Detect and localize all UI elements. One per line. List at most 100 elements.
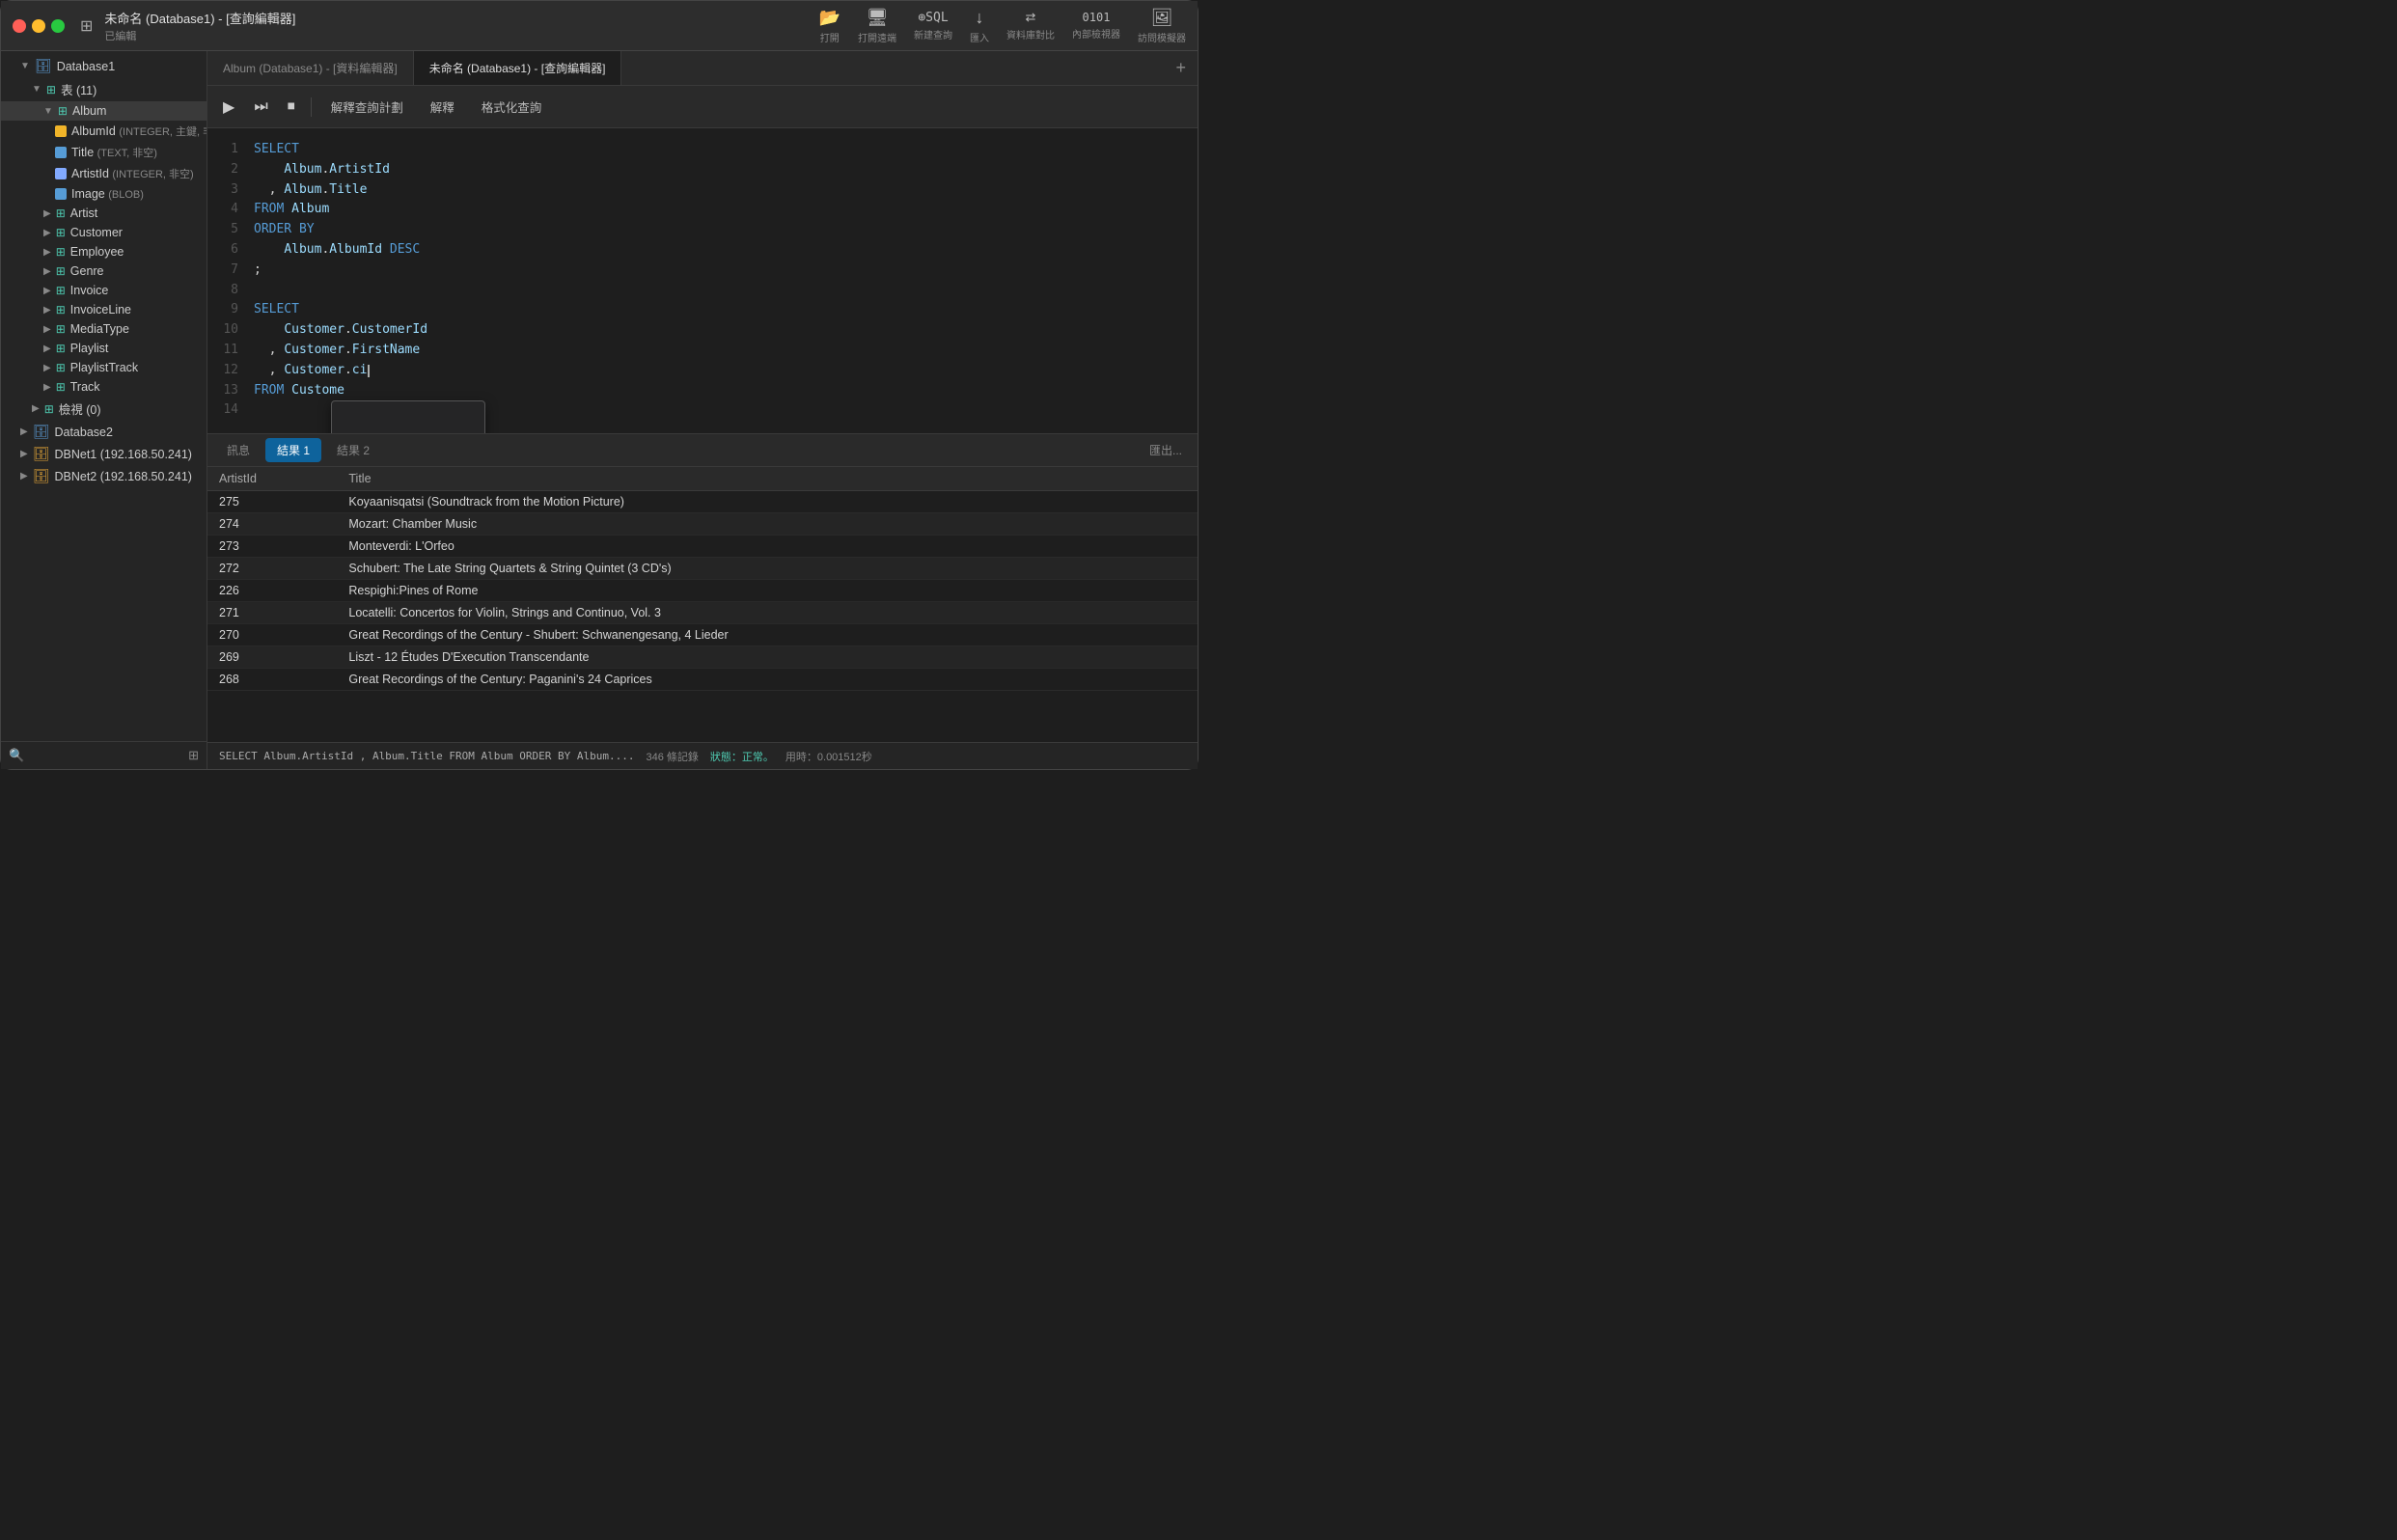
sidebar-bottom: 🔍 ⊞: [1, 741, 207, 769]
result-tab-1[interactable]: 結果 1: [265, 438, 321, 462]
access-simulator-icon: 🖼: [1151, 8, 1173, 28]
image-label: Image (BLOB): [71, 187, 144, 201]
sidebar-toggle-icon[interactable]: ⊞: [80, 16, 93, 36]
stop-button[interactable]: ⏹: [284, 95, 299, 120]
search-icon: 🔍: [9, 748, 24, 763]
dbnet2-icon: 🗄: [33, 468, 50, 484]
sidebar-item-playlist[interactable]: ▶ ⊞ Playlist: [1, 339, 207, 358]
playlisttrack-icon: ⊞: [56, 361, 66, 374]
line-numbers: 12345 678910 11121314: [207, 128, 246, 433]
sidebar-item-employee[interactable]: ▶ ⊞ Employee: [1, 242, 207, 261]
genre-label: Genre: [70, 264, 104, 278]
import-button[interactable]: ↓ 匯入: [970, 8, 989, 44]
result-tab-2[interactable]: 結果 2: [325, 438, 381, 462]
dbnet2-label: DBNet2 (192.168.50.241): [54, 470, 191, 483]
table-row: 271Locatelli: Concertos for Violin, Stri…: [207, 602, 1198, 624]
sidebar-item-dbnet1[interactable]: ▶ 🗄 DBNet1 (192.168.50.241): [1, 443, 207, 465]
export-button[interactable]: 匯出...: [1142, 438, 1190, 462]
employee-icon: ⊞: [56, 245, 66, 259]
main-layout: ▼ 🗄 Database1 ▼ ⊞ 表 (11) ▼ ⊞ Album Album…: [1, 51, 1198, 769]
sidebar-item-album[interactable]: ▼ ⊞ Album: [1, 101, 207, 121]
sidebar-item-title[interactable]: Title (TEXT, 非空): [1, 142, 207, 163]
sidebar-item-database2[interactable]: ▶ 🗄 Database2: [1, 421, 207, 443]
album-label: Album: [72, 104, 106, 118]
table-row: 226Respighi:Pines of Rome: [207, 580, 1198, 602]
table-row: 274Mozart: Chamber Music: [207, 513, 1198, 536]
invoiceline-label: InvoiceLine: [70, 303, 131, 316]
sidebar-item-invoice[interactable]: ▶ ⊞ Invoice: [1, 281, 207, 300]
maximize-button[interactable]: [51, 19, 65, 33]
cell-title: Great Recordings of the Century: Paganin…: [337, 669, 1198, 691]
tree-arrow-invoice: ▶: [43, 286, 51, 296]
db-compare-button[interactable]: ⇄ 資料庫對比: [1006, 10, 1055, 41]
table-row: 269Liszt - 12 Études D'Execution Transce…: [207, 646, 1198, 669]
cell-artistid: 269: [207, 646, 337, 669]
sidebar-item-database1[interactable]: ▼ 🗄 Database1: [1, 55, 207, 77]
customer-label: Customer: [70, 226, 123, 239]
window-subtitle: 已編輯: [104, 28, 295, 43]
artist-label: Artist: [70, 206, 97, 220]
sidebar-item-image[interactable]: Image (BLOB): [1, 184, 207, 204]
tab-query-editor[interactable]: 未命名 (Database1) - [查詢編輯器]: [414, 51, 622, 85]
cell-artistid: 273: [207, 536, 337, 558]
artistid-label: ArtistId (INTEGER, 非空): [71, 166, 194, 181]
col-header-title: Title: [337, 467, 1198, 491]
tree-arrow-views: ▶: [32, 403, 40, 414]
new-query-button[interactable]: ⊕SQL 新建查詢: [914, 11, 952, 41]
db1-label: Database1: [57, 60, 115, 73]
sidebar-item-artistid[interactable]: ArtistId (INTEGER, 非空): [1, 163, 207, 184]
explain-query-plan-button[interactable]: 解釋查詢計劃: [323, 94, 411, 120]
open-remote-button[interactable]: 🖥 打開遠端: [858, 8, 896, 44]
open-remote-label: 打開遠端: [858, 30, 896, 44]
tree-arrow-artist: ▶: [43, 208, 51, 219]
tab-add-button[interactable]: +: [1164, 51, 1198, 85]
open-icon: 📂: [819, 8, 840, 28]
pk-icon: [55, 125, 67, 137]
tab-bar: Album (Database1) - [資料編輯器] 未命名 (Databas…: [207, 51, 1198, 86]
title-label: Title (TEXT, 非空): [71, 145, 157, 160]
results-table[interactable]: ArtistId Title 275Koyaanisqatsi (Soundtr…: [207, 467, 1198, 742]
sidebar-item-playlisttrack[interactable]: ▶ ⊞ PlaylistTrack: [1, 358, 207, 377]
access-simulator-button[interactable]: 🖼 訪問模擬器: [1138, 8, 1186, 44]
sidebar-item-genre[interactable]: ▶ ⊞ Genre: [1, 261, 207, 281]
explain-button[interactable]: 解釋: [423, 94, 462, 120]
track-icon: ⊞: [56, 380, 66, 394]
table-row: 272Schubert: The Late String Quartets & …: [207, 558, 1198, 580]
sidebar-search-input[interactable]: [28, 749, 184, 762]
run-button[interactable]: ▶: [219, 94, 238, 121]
tab-album-editor[interactable]: Album (Database1) - [資料編輯器]: [207, 51, 414, 85]
sidebar-item-invoiceline[interactable]: ▶ ⊞ InvoiceLine: [1, 300, 207, 319]
album-table-icon: ⊞: [58, 104, 68, 118]
format-query-button[interactable]: 格式化查詢: [474, 94, 550, 120]
sidebar-item-albumid[interactable]: AlbumId (INTEGER, 主鍵, 非空): [1, 121, 207, 142]
code-editor[interactable]: SELECT Album.ArtistId , Album.Title FROM…: [246, 128, 1198, 433]
import-label: 匯入: [970, 30, 989, 44]
cell-title: Locatelli: Concertos for Violin, Strings…: [337, 602, 1198, 624]
minimize-button[interactable]: [32, 19, 45, 33]
sidebar-item-customer[interactable]: ▶ ⊞ Customer: [1, 223, 207, 242]
table-row: 268Great Recordings of the Century: Paga…: [207, 669, 1198, 691]
grid-view-icon[interactable]: ⊞: [188, 748, 199, 763]
open-label: 打開: [820, 30, 840, 44]
sidebar-item-track[interactable]: ▶ ⊞ Track: [1, 377, 207, 397]
tab-query-label: 未命名 (Database1) - [查詢編輯器]: [429, 60, 606, 76]
result-tab-messages[interactable]: 訊息: [215, 438, 262, 462]
sidebar-item-views[interactable]: ▶ ⊞ 檢視 (0): [1, 397, 207, 421]
open-remote-icon: 🖥: [867, 8, 889, 28]
tree-arrow-tables: ▼: [32, 84, 41, 95]
status-records: 346 條記錄: [646, 749, 698, 764]
new-query-icon: ⊕SQL: [918, 11, 948, 25]
genre-icon: ⊞: [56, 264, 66, 278]
open-button[interactable]: 📂 打開: [819, 8, 840, 44]
playlisttrack-label: PlaylistTrack: [70, 361, 138, 374]
tree-arrow-album: ▼: [43, 106, 53, 117]
sidebar-item-artist[interactable]: ▶ ⊞ Artist: [1, 204, 207, 223]
internal-viewer-button[interactable]: 0101 內部檢視器: [1072, 11, 1120, 41]
close-button[interactable]: [13, 19, 26, 33]
db1-icon: 🗄: [35, 58, 52, 74]
sidebar-item-dbnet2[interactable]: ▶ 🗄 DBNet2 (192.168.50.241): [1, 465, 207, 487]
sidebar-item-mediatype[interactable]: ▶ ⊞ MediaType: [1, 319, 207, 339]
tree-arrow-employee: ▶: [43, 247, 51, 258]
sidebar-item-tables[interactable]: ▼ ⊞ 表 (11): [1, 77, 207, 101]
step-button[interactable]: ⏭: [250, 95, 271, 120]
